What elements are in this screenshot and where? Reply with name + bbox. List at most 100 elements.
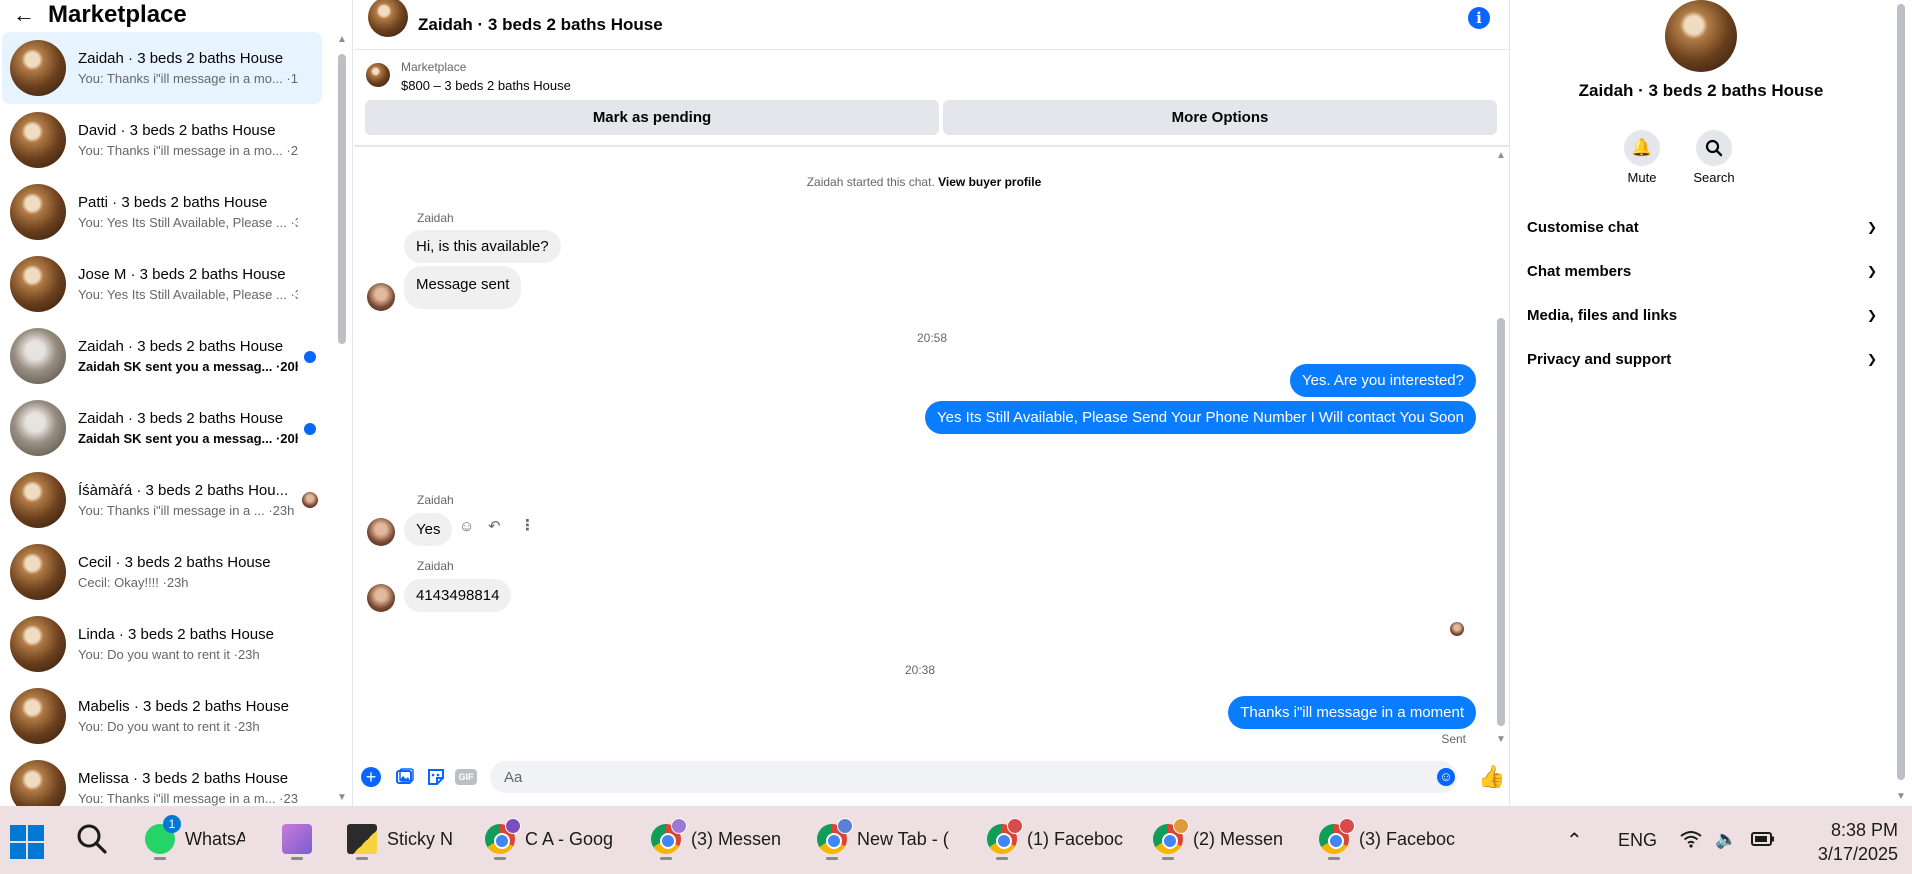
conversation-item[interactable]: Mabelis · 3 beds 2 baths House You: Do yo… — [2, 680, 322, 752]
chevron-down-icon: ❯ — [1866, 264, 1877, 278]
section-label: Chat members — [1527, 262, 1632, 280]
taskbar-app-sticky-notes[interactable]: Sticky N — [347, 816, 457, 862]
conversation-item[interactable]: Patti · 3 beds 2 baths House You: Yes Its… — [2, 176, 322, 248]
avatar — [10, 688, 66, 744]
avatar — [10, 328, 66, 384]
taskbar-app-snipping[interactable] — [282, 816, 318, 862]
scrollbar-thumb[interactable] — [1497, 318, 1505, 726]
snipping-tool-icon — [282, 824, 312, 860]
customise-chat-section[interactable]: Customise chat ❯ — [1527, 213, 1877, 241]
message-input[interactable] — [490, 761, 1457, 793]
sender-name: Zaidah — [417, 211, 454, 225]
wifi-icon[interactable] — [1680, 830, 1702, 853]
emoji-icon[interactable]: ☺ — [1437, 768, 1455, 786]
chat-scrollbar[interactable]: ▲ ▼ — [1494, 150, 1508, 746]
gif-icon[interactable]: GIF — [455, 769, 477, 785]
avatar — [10, 544, 66, 600]
avatar — [10, 760, 66, 806]
sticker-icon[interactable] — [425, 766, 447, 788]
reply-icon[interactable]: ↶ — [488, 517, 501, 535]
taskbar-app-chrome[interactable]: (3) Messen — [651, 816, 791, 862]
taskbar-app-label: New Tab - ( — [857, 828, 949, 849]
taskbar-app-whatsapp[interactable]: 1 WhatsA — [145, 815, 255, 862]
clock-date[interactable]: 3/17/2025 — [1800, 844, 1898, 865]
avatar[interactable] — [1665, 0, 1737, 72]
taskbar-app-chrome[interactable]: C A - Goog — [485, 816, 625, 862]
taskbar-app-chrome[interactable]: New Tab - ( — [817, 816, 957, 862]
chat-title[interactable]: Zaidah · 3 beds 2 baths House — [418, 15, 663, 35]
more-options-button[interactable]: More Options — [943, 100, 1497, 135]
sender-avatar[interactable] — [367, 283, 395, 311]
section-label: Media, files and links — [1527, 306, 1678, 324]
scrollbar-thumb[interactable] — [1897, 4, 1905, 780]
running-indicator — [826, 857, 838, 860]
avatar[interactable] — [368, 0, 408, 37]
listing-price-title[interactable]: $800 – 3 beds 2 baths House — [401, 78, 571, 93]
conversation-preview: You: Yes Its Still Available, Please ...… — [78, 215, 298, 230]
running-indicator — [996, 857, 1008, 860]
image-icon[interactable] — [394, 766, 416, 788]
incoming-message[interactable]: Yes — [404, 513, 453, 546]
conversation-item[interactable]: Melissa · 3 beds 2 baths House You: Thank… — [2, 752, 322, 806]
taskbar-app-chrome[interactable]: (2) Messen — [1153, 816, 1293, 862]
scroll-up-icon[interactable]: ▲ — [1494, 150, 1508, 162]
scroll-down-icon[interactable]: ▼ — [1894, 791, 1908, 802]
notification-badge: 1 — [163, 815, 181, 833]
sender-avatar[interactable] — [367, 584, 395, 612]
conversation-item[interactable]: Íśàmàŕá · 3 beds 2 baths Hou... You: Than… — [2, 464, 322, 536]
info-icon[interactable]: i — [1468, 7, 1490, 29]
more-icon[interactable]: ⋮ — [520, 516, 535, 534]
incoming-message[interactable]: Message sent — [404, 266, 522, 309]
conversation-name: Mabelis · 3 beds 2 baths House — [78, 698, 289, 715]
incoming-message[interactable]: Hi, is this available? — [404, 230, 561, 263]
volume-icon[interactable]: 🔈 — [1715, 829, 1737, 850]
incoming-message[interactable]: 4143498814 — [404, 579, 512, 612]
thumbs-up-icon[interactable]: 👍 — [1478, 764, 1505, 790]
view-buyer-profile-link[interactable]: View buyer profile — [938, 175, 1041, 189]
conversation-name: Jose M · 3 beds 2 baths House — [78, 266, 286, 283]
sender-avatar[interactable] — [367, 518, 395, 546]
section-label: Customise chat — [1527, 218, 1639, 236]
conversation-item[interactable]: Cecil · 3 beds 2 baths House Cecil: Okay!… — [2, 536, 322, 608]
conversation-item[interactable]: Zaidah · 3 beds 2 baths House Zaidah SK s… — [2, 320, 322, 392]
search-button[interactable]: Search — [1684, 130, 1744, 185]
battery-icon[interactable] — [1751, 830, 1775, 853]
section-label: Privacy and support — [1527, 350, 1672, 368]
plus-icon[interactable]: + — [361, 767, 381, 787]
sidebar-scrollbar[interactable]: ▲ ▼ — [336, 34, 348, 804]
chrome-icon — [651, 818, 687, 860]
language-indicator[interactable]: ENG — [1618, 830, 1657, 851]
conversation-item[interactable]: Jose M · 3 beds 2 baths House You: Yes It… — [2, 248, 322, 320]
chat-members-section[interactable]: Chat members ❯ — [1527, 257, 1877, 285]
search-icon — [1696, 130, 1732, 166]
conversation-item[interactable]: David · 3 beds 2 baths House You: Thanks … — [2, 104, 322, 176]
media-files-links-section[interactable]: Media, files and links ❯ — [1527, 301, 1877, 329]
search-icon[interactable] — [76, 823, 108, 863]
privacy-support-section[interactable]: Privacy and support ❯ — [1527, 345, 1877, 373]
scroll-down-icon[interactable]: ▼ — [1494, 734, 1508, 746]
scroll-up-icon[interactable]: ▲ — [336, 34, 348, 46]
taskbar-app-chrome[interactable]: (3) Faceboc — [1319, 816, 1459, 862]
scroll-down-icon[interactable]: ▼ — [336, 792, 348, 804]
chevron-down-icon: ❯ — [1866, 220, 1877, 234]
arrow-left-icon[interactable]: ← — [0, 2, 48, 28]
outgoing-message[interactable]: Yes. Are you interested? — [1289, 364, 1476, 397]
taskbar-app-label: Sticky N — [387, 828, 453, 849]
clock-time[interactable]: 8:38 PM — [1818, 820, 1898, 841]
react-icon[interactable]: ☺ — [459, 518, 474, 535]
conversation-item[interactable]: Zaidah · 3 beds 2 baths House You: Thanks… — [2, 32, 322, 104]
mark-as-pending-button[interactable]: Mark as pending — [365, 100, 939, 135]
conversation-item[interactable]: Linda · 3 beds 2 baths House You: Do you … — [2, 608, 322, 680]
outgoing-message[interactable]: Thanks i"ill message in a moment — [1228, 696, 1476, 729]
whatsapp-icon: 1 — [145, 815, 181, 860]
listing-thumbnail[interactable] — [366, 63, 390, 87]
sent-status: Sent — [1441, 732, 1466, 746]
chevron-up-icon[interactable]: ⌃ — [1566, 828, 1583, 853]
outgoing-message[interactable]: Yes Its Still Available, Please Send You… — [924, 401, 1476, 434]
windows-start-icon[interactable] — [10, 825, 44, 859]
mute-button[interactable]: 🔔 Mute — [1612, 130, 1672, 185]
scrollbar-thumb[interactable] — [338, 54, 346, 344]
taskbar-app-chrome[interactable]: (1) Faceboc — [987, 816, 1127, 862]
info-scrollbar[interactable]: ▼ — [1894, 0, 1908, 806]
conversation-item[interactable]: Zaidah · 3 beds 2 baths House Zaidah SK s… — [2, 392, 322, 464]
